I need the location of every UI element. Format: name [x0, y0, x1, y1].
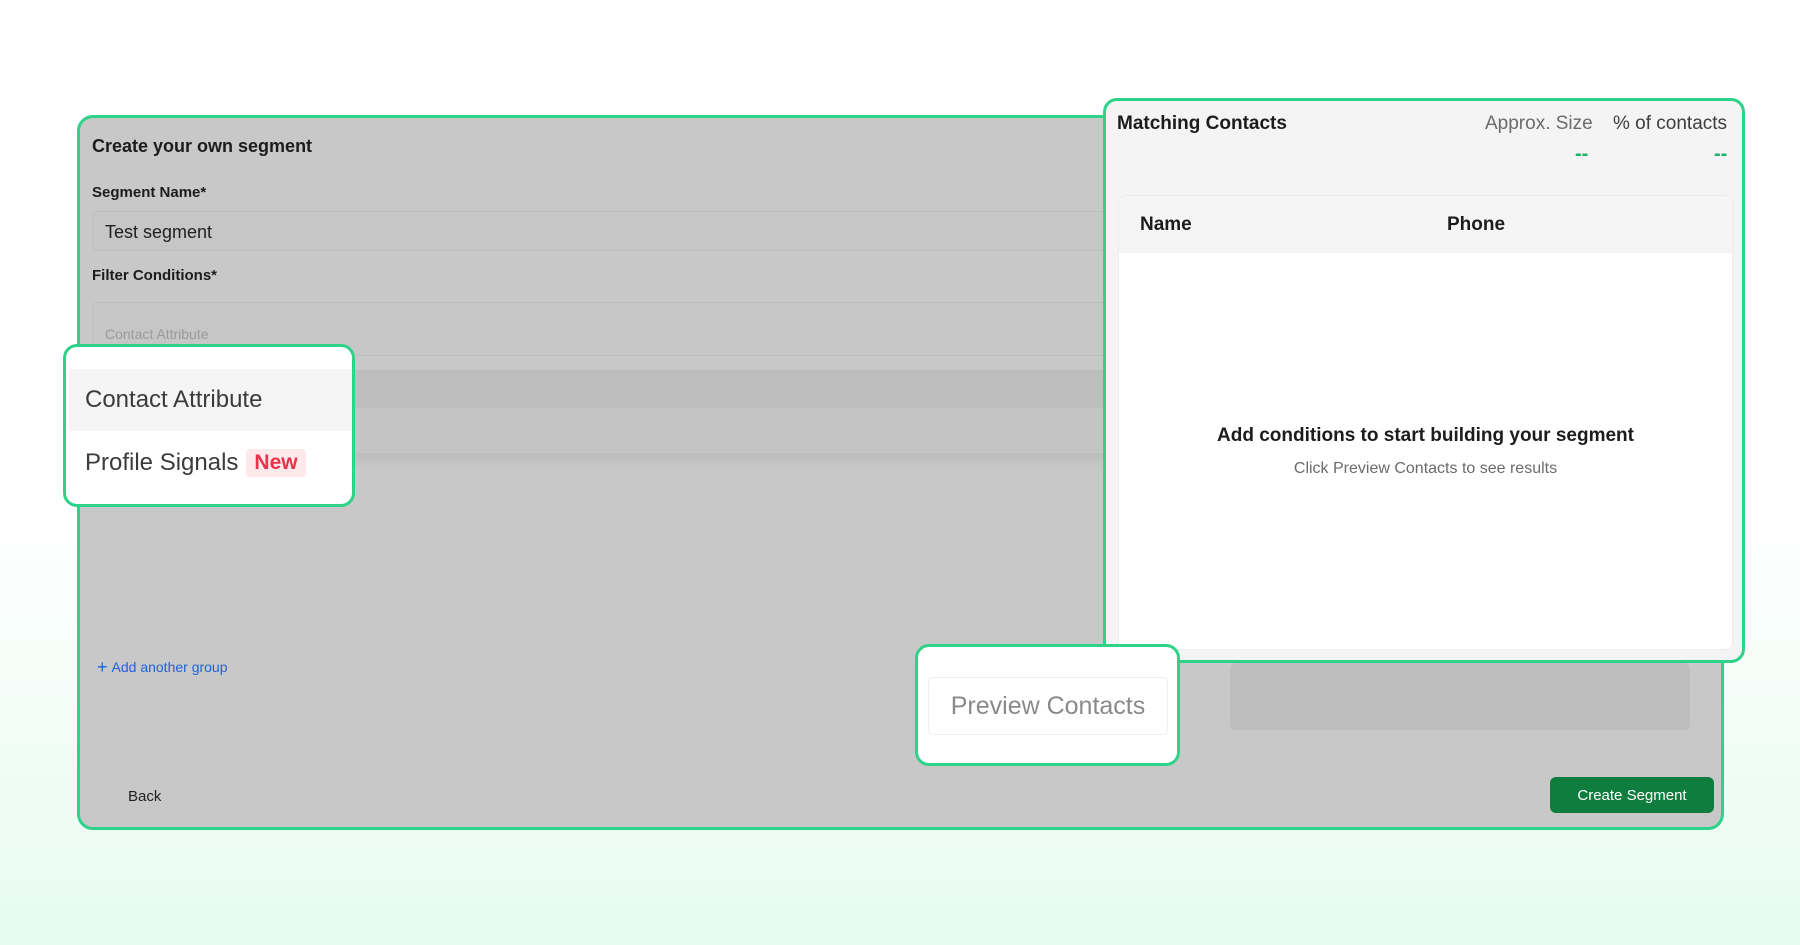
attribute-dropdown-menu: Contact Attribute Profile Signals New — [63, 344, 355, 507]
approx-size-value: -- — [1575, 143, 1589, 165]
table-header: Name Phone — [1119, 196, 1732, 253]
add-another-group-label: Add another group — [111, 659, 228, 675]
filter-attribute-placeholder: Contact Attribute — [105, 326, 209, 342]
column-header-name: Name — [1140, 214, 1192, 235]
matching-contacts-title: Matching Contacts — [1117, 113, 1287, 134]
option-label: Profile Signals — [85, 449, 239, 476]
percent-contacts-label: % of contacts — [1613, 113, 1728, 134]
empty-state-subtitle: Click Preview Contacts to see results — [1293, 460, 1558, 477]
create-segment-button[interactable]: Create Segment — [1550, 777, 1714, 813]
column-header-phone: Phone — [1447, 214, 1506, 235]
filter-conditions-label: Filter Conditions* — [92, 267, 217, 284]
approx-size-label: Approx. Size — [1485, 113, 1593, 134]
form-title: Create your own segment — [92, 136, 313, 156]
new-badge: New — [246, 449, 306, 477]
segment-name-input[interactable]: Test segment — [92, 211, 1132, 251]
preview-bar — [1230, 663, 1690, 730]
preview-contacts-callout: Preview Contacts — [915, 644, 1180, 766]
matching-contacts-card: Matching Contacts Approx. Size % of cont… — [1103, 98, 1745, 663]
add-another-group-link[interactable]: + Add another group — [97, 657, 228, 677]
dropdown-option-profile-signals[interactable]: Profile Signals New — [69, 432, 352, 494]
preview-contacts-button[interactable]: Preview Contacts — [928, 677, 1168, 735]
plus-icon: + — [97, 657, 108, 677]
empty-state-title: Add conditions to start building your se… — [1217, 425, 1634, 446]
contacts-table: Name Phone Add conditions to start build… — [1118, 195, 1733, 650]
percent-contacts-value: -- — [1714, 143, 1728, 165]
dropdown-option-contact-attribute[interactable]: Contact Attribute — [69, 369, 352, 431]
back-button[interactable]: Back — [128, 788, 161, 805]
segment-name-label: Segment Name* — [92, 184, 207, 201]
option-label: Contact Attribute — [85, 386, 263, 413]
